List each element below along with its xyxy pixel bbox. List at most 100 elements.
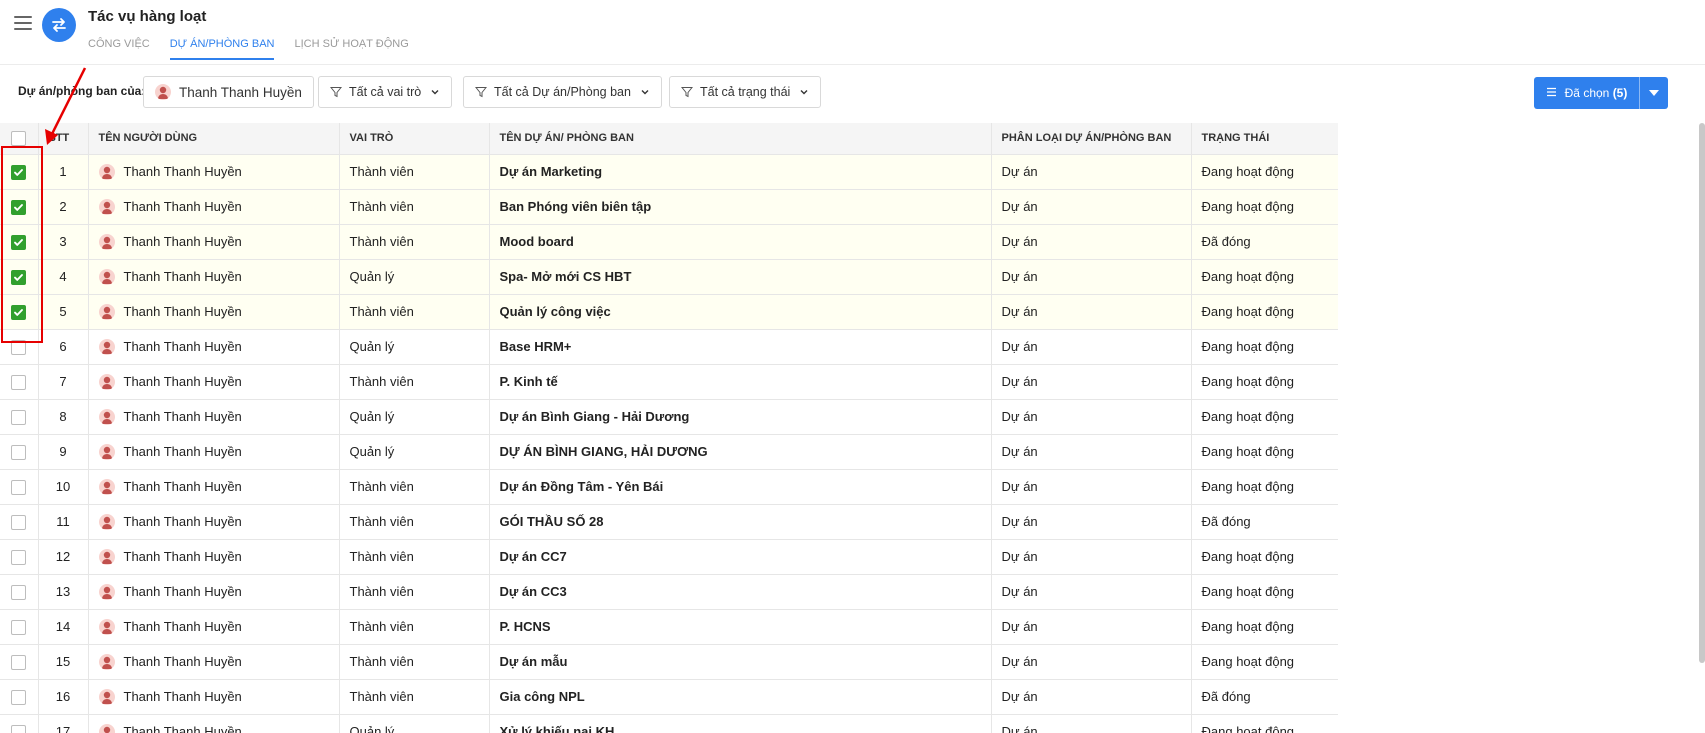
row-project[interactable]: GÓI THẦU SỐ 28	[489, 504, 992, 540]
row-checkbox[interactable]	[11, 724, 27, 733]
row-project[interactable]: Dự án Marketing	[489, 154, 992, 190]
row-checkbox[interactable]	[11, 374, 27, 390]
role-filter-label: Tất cả vai trò	[349, 85, 422, 99]
table-row[interactable]: 6 Thanh Thanh Huyền Quản lý Base HRM+ Dự án Đ…	[0, 329, 1338, 365]
selected-actions-main[interactable]: Đã chọn (5)	[1534, 77, 1639, 109]
row-project[interactable]: Base HRM+	[489, 329, 992, 365]
row-project[interactable]: Xử lý khiếu nại KH	[489, 714, 992, 733]
row-role: Quản lý	[339, 259, 490, 295]
row-stt: 13	[38, 574, 89, 610]
row-project[interactable]: Spa- Mở mới CS HBT	[489, 259, 992, 295]
table-row[interactable]: 7 Thanh Thanh Huyền Thành viên P. Kinh tế Dự…	[0, 364, 1338, 400]
row-status: Đã đóng	[1191, 224, 1338, 260]
table-row[interactable]: 4 Thanh Thanh Huyền Quản lý Spa- Mở mới CS …	[0, 259, 1338, 295]
filter-icon	[330, 86, 342, 98]
tab-lich-su-hoat-dong[interactable]: LỊCH SỬ HOẠT ĐỘNG	[294, 34, 408, 60]
row-stt: 2	[38, 189, 89, 225]
table-row[interactable]: 8 Thanh Thanh Huyền Quản lý Dự án Bình Gian…	[0, 399, 1338, 435]
row-project[interactable]: Gia công NPL	[489, 679, 992, 715]
filter-label: Dự án/phòng ban của:	[18, 84, 146, 98]
chevron-down-icon	[430, 87, 440, 97]
row-checkbox[interactable]	[11, 479, 27, 495]
row-type: Dự án	[991, 539, 1192, 575]
row-type: Dự án	[991, 679, 1192, 715]
row-user-cell: Thanh Thanh Huyền	[88, 189, 340, 225]
header-project: TÊN DỰ ÁN/ PHÒNG BAN	[489, 123, 992, 155]
row-stt: 10	[38, 469, 89, 505]
avatar	[98, 653, 115, 670]
row-project[interactable]: DỰ ÁN BÌNH GIANG, HẢI DƯƠNG	[489, 434, 992, 470]
table-row[interactable]: 10 Thanh Thanh Huyền Thành viên Dự án Đồng …	[0, 469, 1338, 505]
row-user: Thanh Thanh Huyền	[123, 549, 242, 564]
status-filter-button[interactable]: Tất cả trạng thái	[669, 76, 822, 108]
row-user: Thanh Thanh Huyền	[123, 689, 242, 704]
user-filter-button[interactable]: Thanh Thanh Huyền	[143, 76, 314, 108]
scrollbar[interactable]	[1699, 123, 1705, 663]
row-checkbox[interactable]	[11, 339, 27, 355]
role-filter-button[interactable]: Tất cả vai trò	[318, 76, 453, 108]
tab-cong-viec[interactable]: CÔNG VIỆC	[88, 34, 150, 60]
row-checkbox[interactable]	[11, 304, 27, 320]
tab-du-an-phong-ban[interactable]: DỰ ÁN/PHÒNG BAN	[169, 34, 275, 60]
row-project[interactable]: Dự án Bình Giang - Hải Dương	[489, 399, 992, 435]
row-project[interactable]: Dự án CC3	[489, 574, 992, 610]
row-user: Thanh Thanh Huyền	[123, 584, 242, 599]
row-user-cell: Thanh Thanh Huyền	[88, 329, 340, 365]
row-project[interactable]: Dự án Đồng Tâm - Yên Bái	[489, 469, 992, 505]
table-row[interactable]: 13 Thanh Thanh Huyền Thành viên Dự án CC3 Dự…	[0, 574, 1338, 610]
row-project[interactable]: Dự án CC7	[489, 539, 992, 575]
row-select-cell	[0, 504, 39, 540]
table-row[interactable]: 5 Thanh Thanh Huyền Thành viên Quản lý công…	[0, 294, 1338, 330]
row-role: Thành viên	[339, 189, 490, 225]
row-checkbox[interactable]	[11, 584, 27, 600]
row-project[interactable]: Dự án mẫu	[489, 644, 992, 680]
select-all-cell	[0, 123, 39, 155]
row-project[interactable]: Ban Phóng viên biên tập	[489, 189, 992, 225]
table-row[interactable]: 16 Thanh Thanh Huyền Thành viên Gia công NP…	[0, 679, 1338, 715]
select-all-checkbox[interactable]	[11, 130, 27, 146]
table-row[interactable]: 9 Thanh Thanh Huyền Quản lý DỰ ÁN BÌNH GIAN…	[0, 434, 1338, 470]
table-row[interactable]: 15 Thanh Thanh Huyền Thành viên Dự án mẫu Dự…	[0, 644, 1338, 680]
table-row[interactable]: 12 Thanh Thanh Huyền Thành viên Dự án CC7 Dự…	[0, 539, 1338, 575]
projects-table: STT TÊN NGƯỜI DÙNG VAI TRÒ TÊN DỰ ÁN/ PH…	[0, 123, 1338, 733]
row-checkbox[interactable]	[11, 654, 27, 670]
row-checkbox[interactable]	[11, 164, 27, 180]
row-checkbox[interactable]	[11, 199, 27, 215]
row-checkbox[interactable]	[11, 409, 27, 425]
row-checkbox[interactable]	[11, 234, 27, 250]
row-project[interactable]: P. Kinh tế	[489, 364, 992, 400]
row-status: Đang hoạt động	[1191, 259, 1338, 295]
hamburger-menu-icon[interactable]	[14, 16, 32, 30]
avatar	[98, 513, 115, 530]
avatar	[98, 478, 115, 495]
row-user-cell: Thanh Thanh Huyền	[88, 609, 340, 645]
table-row[interactable]: 3 Thanh Thanh Huyền Thành viên Mood board Dự…	[0, 224, 1338, 260]
row-type: Dự án	[991, 399, 1192, 435]
row-user: Thanh Thanh Huyền	[123, 444, 242, 459]
caret-down-icon[interactable]	[1640, 77, 1668, 109]
row-status: Đang hoạt động	[1191, 539, 1338, 575]
row-project[interactable]: Mood board	[489, 224, 992, 260]
table-row[interactable]: 1 Thanh Thanh Huyền Thành viên Dự án Market…	[0, 154, 1338, 190]
table-row[interactable]: 17 Thanh Thanh Huyền Quản lý Xử lý khiếu nạ…	[0, 714, 1338, 733]
table-row[interactable]: 11 Thanh Thanh Huyền Thành viên GÓI THẦU SỐ…	[0, 504, 1338, 540]
row-project[interactable]: Quản lý công việc	[489, 294, 992, 330]
row-checkbox[interactable]	[11, 514, 27, 530]
row-checkbox[interactable]	[11, 269, 27, 285]
row-project[interactable]: P. HCNS	[489, 609, 992, 645]
row-status: Đang hoạt động	[1191, 574, 1338, 610]
row-role: Thành viên	[339, 364, 490, 400]
row-select-cell	[0, 364, 39, 400]
selected-actions-button[interactable]: Đã chọn (5)	[1534, 77, 1668, 109]
row-checkbox[interactable]	[11, 689, 27, 705]
row-checkbox[interactable]	[11, 444, 27, 460]
row-stt: 12	[38, 539, 89, 575]
row-select-cell	[0, 574, 39, 610]
project-filter-button[interactable]: Tất cả Dự án/Phòng ban	[463, 76, 662, 108]
row-checkbox[interactable]	[11, 619, 27, 635]
table-row[interactable]: 2 Thanh Thanh Huyền Thành viên Ban Phóng vi…	[0, 189, 1338, 225]
row-stt: 1	[38, 154, 89, 190]
avatar	[98, 618, 115, 635]
row-checkbox[interactable]	[11, 549, 27, 565]
table-row[interactable]: 14 Thanh Thanh Huyền Thành viên P. HCNS Dự á…	[0, 609, 1338, 645]
